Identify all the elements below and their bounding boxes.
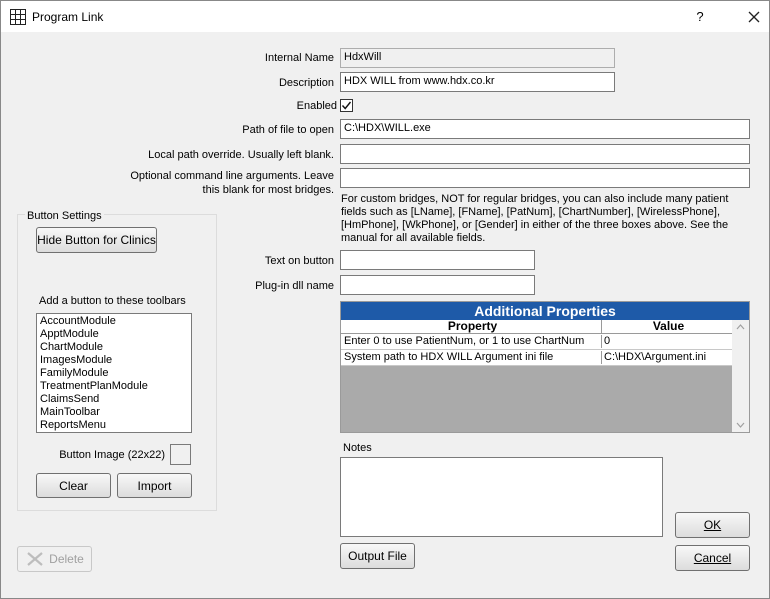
title-bar: Program Link ? — [1, 1, 769, 32]
column-header-value[interactable]: Value — [602, 320, 733, 333]
text-on-button-field[interactable] — [340, 250, 535, 270]
list-item[interactable]: TreatmentPlanModule — [40, 380, 188, 393]
delete-button[interactable]: Delete — [17, 546, 92, 572]
list-item[interactable]: FamilyModule — [40, 367, 188, 380]
button-image-preview — [170, 444, 191, 465]
toolbars-label: Add a button to these toolbars — [39, 295, 186, 307]
path-label: Path of file to open — [242, 124, 334, 136]
close-button[interactable] — [741, 6, 767, 28]
ok-button[interactable]: OK — [675, 512, 750, 538]
additional-properties-grid: Additional Properties Property Value Ent… — [340, 301, 750, 433]
grid-header-row: Property Value — [341, 320, 749, 334]
cmdline-label: Optional command line arguments. Leave t… — [130, 170, 334, 196]
table-row[interactable]: System path to HDX WILL Argument ini fil… — [341, 350, 749, 366]
scroll-up-icon[interactable] — [732, 320, 749, 334]
button-image-label: Button Image (22x22) — [59, 449, 165, 461]
window-title: Program Link — [32, 10, 104, 24]
notes-label: Notes — [343, 442, 372, 454]
plugin-dll-field[interactable] — [340, 275, 535, 295]
plugin-dll-label: Plug-in dll name — [255, 280, 334, 292]
property-cell: Enter 0 to use PatientNum, or 1 to use C… — [341, 335, 602, 348]
value-cell[interactable]: 0 — [602, 335, 733, 348]
local-path-field[interactable] — [340, 144, 750, 164]
list-item[interactable]: MainToolbar — [40, 406, 188, 419]
checkmark-icon — [341, 101, 352, 110]
help-button[interactable]: ? — [689, 6, 711, 28]
list-item[interactable]: ReportsMenu — [40, 419, 188, 432]
property-cell: System path to HDX WILL Argument ini fil… — [341, 351, 602, 364]
program-link-dialog: Program Link ? Internal Name HdxWill Des… — [0, 0, 770, 599]
close-icon — [748, 11, 760, 23]
clear-button[interactable]: Clear — [36, 473, 111, 498]
delete-label: Delete — [49, 552, 84, 566]
text-on-button-label: Text on button — [264, 255, 334, 267]
notes-textarea[interactable] — [340, 457, 663, 537]
list-item[interactable]: ImagesModule — [40, 354, 188, 367]
table-row[interactable]: Enter 0 to use PatientNum, or 1 to use C… — [341, 334, 749, 350]
scroll-down-icon[interactable] — [732, 418, 749, 432]
list-item[interactable]: ChartModule — [40, 341, 188, 354]
internal-name-label: Internal Name — [264, 52, 334, 64]
list-item[interactable]: AccountModule — [40, 315, 188, 328]
import-button[interactable]: Import — [117, 473, 192, 498]
enabled-label: Enabled — [296, 100, 337, 112]
grid-scrollbar[interactable] — [732, 320, 749, 432]
list-item[interactable]: ApptModule — [40, 328, 188, 341]
cmdline-field[interactable] — [340, 168, 750, 188]
internal-name-field: HdxWill — [340, 48, 615, 68]
button-settings-title: Button Settings — [25, 210, 104, 222]
grid-title: Additional Properties — [341, 302, 749, 320]
value-cell[interactable]: C:\HDX\Argument.ini — [602, 351, 733, 364]
output-file-button[interactable]: Output File — [340, 543, 415, 569]
list-item[interactable]: ClaimsSend — [40, 393, 188, 406]
path-field[interactable]: C:\HDX\WILL.exe — [340, 119, 750, 139]
delete-x-icon — [27, 552, 43, 566]
hide-button-for-clinics-button[interactable]: Hide Button for Clinics — [36, 227, 157, 253]
cancel-button[interactable]: Cancel — [675, 545, 750, 571]
description-label: Description — [278, 77, 334, 89]
custom-bridge-help-text: For custom bridges, NOT for regular brid… — [341, 193, 729, 244]
local-path-label: Local path override. Usually left blank. — [148, 149, 334, 161]
enabled-checkbox[interactable] — [340, 99, 353, 112]
toolbars-listbox[interactable]: AccountModule ApptModule ChartModule Ima… — [36, 313, 192, 433]
column-header-property[interactable]: Property — [341, 320, 602, 333]
grid-app-icon — [10, 9, 26, 25]
description-field[interactable]: HDX WILL from www.hdx.co.kr — [340, 72, 615, 92]
